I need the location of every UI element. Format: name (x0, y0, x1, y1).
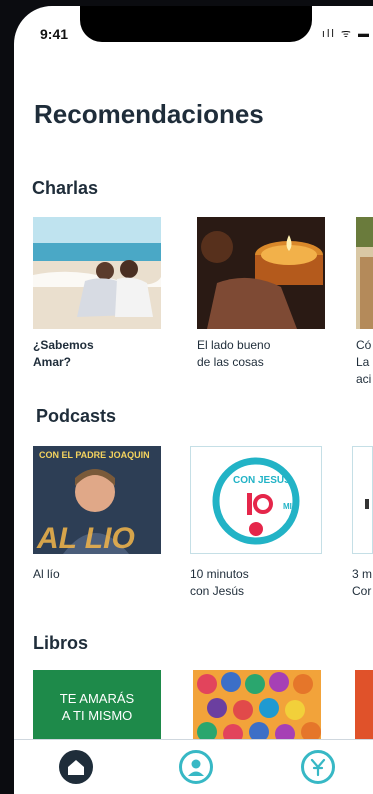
podcast-card-2[interactable]: CON JESUS MIN (190, 446, 322, 554)
talk-card-1-title: ¿Sabemos Amar? (33, 338, 94, 369)
status-icons: ıll ᯤ ▬ (321, 28, 371, 40)
podcast-card-1[interactable]: CON EL PADRE JOAQUIN AL LIO (33, 446, 161, 554)
book-card-3[interactable] (355, 670, 373, 740)
notch (80, 6, 312, 42)
podcast-card-1-title: Al lío (33, 567, 60, 581)
section-podcasts-title: Podcasts (36, 406, 117, 426)
podcast-card-3-title: 3 m Cor (352, 567, 373, 598)
talk-3-image (356, 217, 373, 329)
podcast-card-2-title: 10 minutos con Jesús (190, 567, 249, 598)
section-talks-title: Charlas (32, 178, 99, 198)
home-icon (68, 760, 84, 775)
logo-icon (310, 758, 326, 777)
couple-beach-image (33, 217, 161, 329)
tab-bar (14, 739, 373, 794)
podcast-2-cover-bottom: MIN (283, 502, 298, 511)
talk-card-3-title: Có La aci (356, 338, 372, 386)
tab-logo[interactable] (301, 750, 335, 784)
talk-card-2-title: El lado bueno de las cosas (197, 338, 271, 369)
talk-card-2[interactable] (197, 217, 325, 329)
book-card-1[interactable]: TE AMARÁS A TI MISMO (33, 670, 161, 740)
page-title: Recomendaciones (34, 99, 264, 129)
podcast-3-cover-mark (365, 499, 369, 509)
candle-image (197, 217, 325, 329)
phone-screen: 9:41 ıll ᯤ ▬ Recomendaciones Charlas ¿Sa… (14, 6, 373, 794)
talk-card-1[interactable] (33, 217, 161, 329)
status-time: 9:41 (40, 26, 69, 42)
book-1-cover-title: TE AMARÁS A TI MISMO (59, 691, 135, 723)
profile-icon (188, 759, 204, 776)
book-card-2[interactable] (193, 670, 321, 740)
tab-profile[interactable] (179, 750, 213, 784)
tab-home[interactable] (59, 750, 93, 784)
podcast-1-cover-bottom: AL LIO (37, 522, 135, 554)
book-2-illustration (193, 670, 321, 740)
con-jesus-logo (212, 457, 300, 545)
podcast-card-3[interactable] (352, 446, 373, 554)
status-bar: 9:41 ıll ᯤ ▬ (14, 6, 373, 52)
podcast-2-cover-top: CON JESUS (233, 475, 291, 486)
section-books-title: Libros (33, 633, 89, 653)
talk-card-3[interactable] (356, 217, 373, 329)
